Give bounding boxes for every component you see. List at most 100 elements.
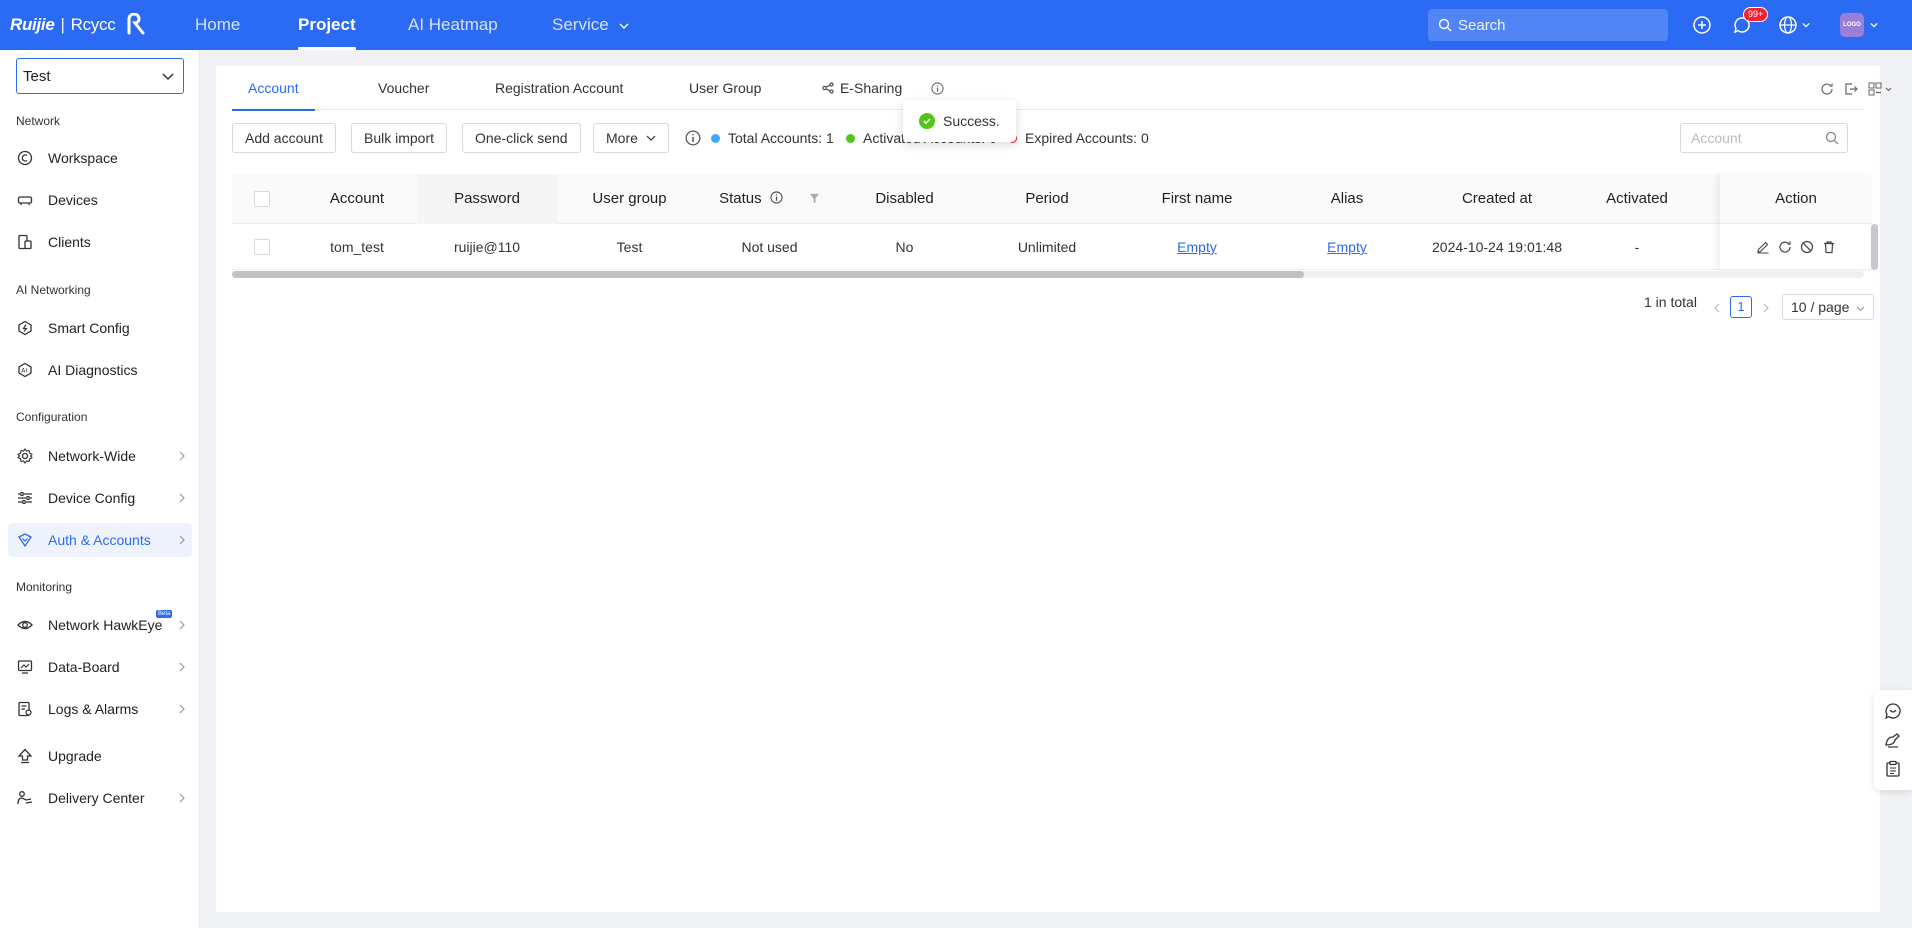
nav-service[interactable]: Service [552, 0, 629, 50]
info-icon[interactable] [931, 82, 944, 95]
reset-icon[interactable] [1778, 240, 1792, 254]
smart-config-icon [16, 319, 34, 337]
delivery-icon [16, 789, 34, 807]
disable-icon[interactable] [1800, 240, 1814, 254]
sidebar-item-workspace[interactable]: Workspace [8, 141, 192, 175]
account-search[interactable] [1680, 123, 1848, 153]
col-status: Status [702, 174, 837, 224]
chevron-right-icon [179, 704, 185, 714]
beta-badge: Beta [156, 610, 173, 618]
global-search-input[interactable] [1458, 16, 1658, 34]
add-circle-icon[interactable] [1690, 13, 1714, 37]
col-alias: Alias [1330, 190, 1364, 207]
delete-icon[interactable] [1822, 240, 1836, 254]
log-file-icon [16, 700, 34, 718]
feedback-icon[interactable] [1884, 731, 1902, 749]
prev-page-icon[interactable] [1713, 303, 1721, 313]
filter-icon[interactable] [809, 193, 820, 204]
clipboard-icon[interactable] [1884, 760, 1902, 778]
col-disabled: Disabled [875, 190, 934, 207]
sidebar-item-devices[interactable]: Devices [8, 183, 192, 217]
refresh-icon[interactable] [1820, 82, 1834, 96]
sliders-icon [16, 489, 34, 507]
project-select-value: Test [23, 67, 51, 85]
avatar-chevron-icon[interactable] [1870, 21, 1878, 29]
project-select[interactable]: Test [16, 58, 184, 94]
brand-logo[interactable]: Ruijie | Rcycc [10, 11, 149, 39]
sidebar-item-clients[interactable]: Clients [8, 225, 192, 259]
sidebar-item-upgrade[interactable]: Upgrade [8, 739, 192, 773]
sidebar-item-auth-accounts[interactable]: Auth & Accounts [8, 523, 192, 557]
share-icon [822, 82, 834, 94]
bulk-import-button[interactable]: Bulk import [351, 123, 448, 153]
status-info-icon[interactable] [770, 191, 783, 204]
chat-icon[interactable] [1884, 702, 1902, 720]
tab-e-sharing[interactable]: E-Sharing [806, 66, 918, 110]
table-header: Account Password User group Status Disab… [232, 174, 1864, 224]
sidebar-item-data-board[interactable]: Data-Board [8, 650, 192, 684]
sidebar-item-label: AI Diagnostics [48, 362, 138, 378]
sidebar-item-label: Smart Config [48, 320, 130, 336]
tab-e-sharing-label: E-Sharing [840, 80, 903, 96]
add-account-button[interactable]: Add account [232, 123, 336, 153]
row-checkbox[interactable] [254, 239, 270, 255]
eye-icon [16, 616, 34, 634]
toast-message: Success. [943, 113, 1000, 129]
first-name-link[interactable]: Empty [1177, 239, 1217, 255]
col-user-group: User group [592, 190, 667, 207]
chevron-down-icon [646, 135, 656, 141]
sidebar-item-device-config[interactable]: Device Config [8, 481, 192, 515]
chevron-right-icon [179, 451, 185, 461]
tab-account[interactable]: Account [232, 66, 315, 111]
select-all-checkbox[interactable] [254, 191, 270, 207]
scrollbar-thumb[interactable] [232, 271, 1304, 278]
nav-home[interactable]: Home [195, 0, 240, 50]
tab-registration-account[interactable]: Registration Account [479, 66, 639, 110]
next-page-icon[interactable] [1762, 303, 1770, 313]
nav-project[interactable]: Project [298, 0, 356, 50]
table-row[interactable]: tom_test ruijie@110 Test Not used No Unl… [232, 224, 1864, 270]
nav-ai-heatmap[interactable]: AI Heatmap [408, 0, 498, 50]
sidebar-item-logs-alarms[interactable]: Logs & Alarms [8, 692, 192, 726]
sidebar-item-network-wide[interactable]: Network-Wide [8, 439, 192, 473]
sidebar-item-delivery-center[interactable]: Delivery Center [8, 781, 192, 815]
stats-info-icon[interactable] [685, 130, 701, 146]
tab-user-group[interactable]: User Group [673, 66, 777, 110]
sidebar-item-label: Network HawkEye [48, 617, 163, 633]
search-icon[interactable] [1825, 131, 1839, 145]
alias-link[interactable]: Empty [1327, 239, 1367, 255]
page-number-button[interactable]: 1 [1730, 296, 1752, 318]
page-size-select[interactable]: 10 / page [1782, 294, 1874, 320]
more-button[interactable]: More [593, 123, 669, 153]
sidebar-item-smart-config[interactable]: Smart Config [8, 311, 192, 345]
avatar[interactable]: LOGO [1840, 13, 1864, 37]
language-icon[interactable] [1774, 13, 1814, 37]
cell-user-group: Test [616, 239, 643, 255]
sidebar-item-label: Devices [48, 192, 98, 208]
table-vertical-scrollbar[interactable] [1871, 224, 1878, 270]
sidebar-item-ai-diagnostics[interactable]: AI AI Diagnostics [8, 353, 192, 387]
global-search[interactable] [1428, 9, 1668, 41]
brand-mark-icon [127, 13, 145, 35]
account-search-input[interactable] [1691, 130, 1821, 146]
sidebar-item-network-hawkeye[interactable]: Network HawkEye Beta [8, 608, 192, 642]
pager-total: 1 in total [1644, 294, 1697, 310]
row-actions [1720, 224, 1872, 270]
sidebar-item-label: Upgrade [48, 748, 102, 764]
page-size-value: 10 / page [1791, 299, 1850, 315]
chevron-right-icon [179, 620, 185, 630]
tab-voucher[interactable]: Voucher [362, 66, 445, 110]
stat-expired-accounts: Expired Accounts: 0 [1008, 130, 1149, 146]
one-click-send-button[interactable]: One-click send [462, 123, 581, 153]
sidebar-item-label: Workspace [48, 150, 118, 166]
column-settings-icon[interactable] [1868, 82, 1892, 96]
brand-subname: Rcycc [70, 15, 116, 34]
sidebar-item-label: Delivery Center [48, 790, 145, 806]
ai-diagnostics-icon: AI [16, 361, 34, 379]
table-horizontal-scrollbar[interactable] [232, 271, 1864, 278]
export-icon[interactable] [1844, 82, 1858, 96]
check-circle-icon [919, 113, 935, 129]
stat-total-accounts: Total Accounts: 1 [711, 130, 834, 146]
edit-icon[interactable] [1756, 240, 1770, 254]
section-network: Network [16, 114, 61, 128]
